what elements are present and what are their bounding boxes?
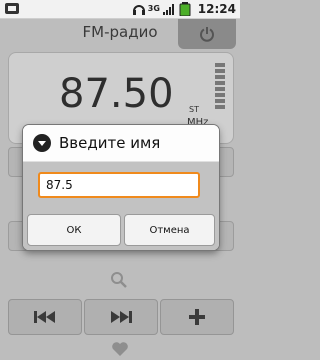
ok-button[interactable]: ОК (27, 214, 121, 246)
next-station-button[interactable] (84, 299, 158, 335)
playback-controls (8, 299, 234, 335)
network-type-label: 3G (147, 4, 160, 13)
signal-meter (215, 63, 225, 111)
station-name-input[interactable] (38, 172, 200, 198)
dialog-header: Введите имя (23, 125, 219, 162)
name-dialog: Введите имя ОК Отмена (23, 125, 219, 250)
stereo-indicator: ST (189, 105, 199, 114)
headphones-icon (132, 5, 145, 15)
search-icon[interactable] (110, 271, 128, 289)
skip-previous-icon (34, 311, 55, 323)
cancel-button[interactable]: Отмена (124, 214, 215, 246)
power-button[interactable] (178, 19, 236, 49)
battery-icon (179, 2, 191, 16)
previous-station-button[interactable] (8, 299, 82, 335)
skip-next-icon (111, 311, 132, 323)
status-bar: 3G 12:24 (0, 0, 240, 19)
signal-strength-icon (162, 4, 174, 15)
usb-icon (5, 3, 19, 14)
dropdown-circle-icon (33, 134, 51, 152)
clock-time: 12:24 (197, 2, 236, 16)
power-icon (200, 27, 214, 42)
dialog-title: Введите имя (59, 134, 161, 152)
favorite-icon[interactable] (111, 341, 129, 357)
frequency-value: 87.50 (59, 71, 174, 117)
dialog-body: ОК Отмена (23, 162, 219, 250)
add-station-button[interactable] (160, 299, 234, 335)
plus-icon (189, 309, 205, 325)
